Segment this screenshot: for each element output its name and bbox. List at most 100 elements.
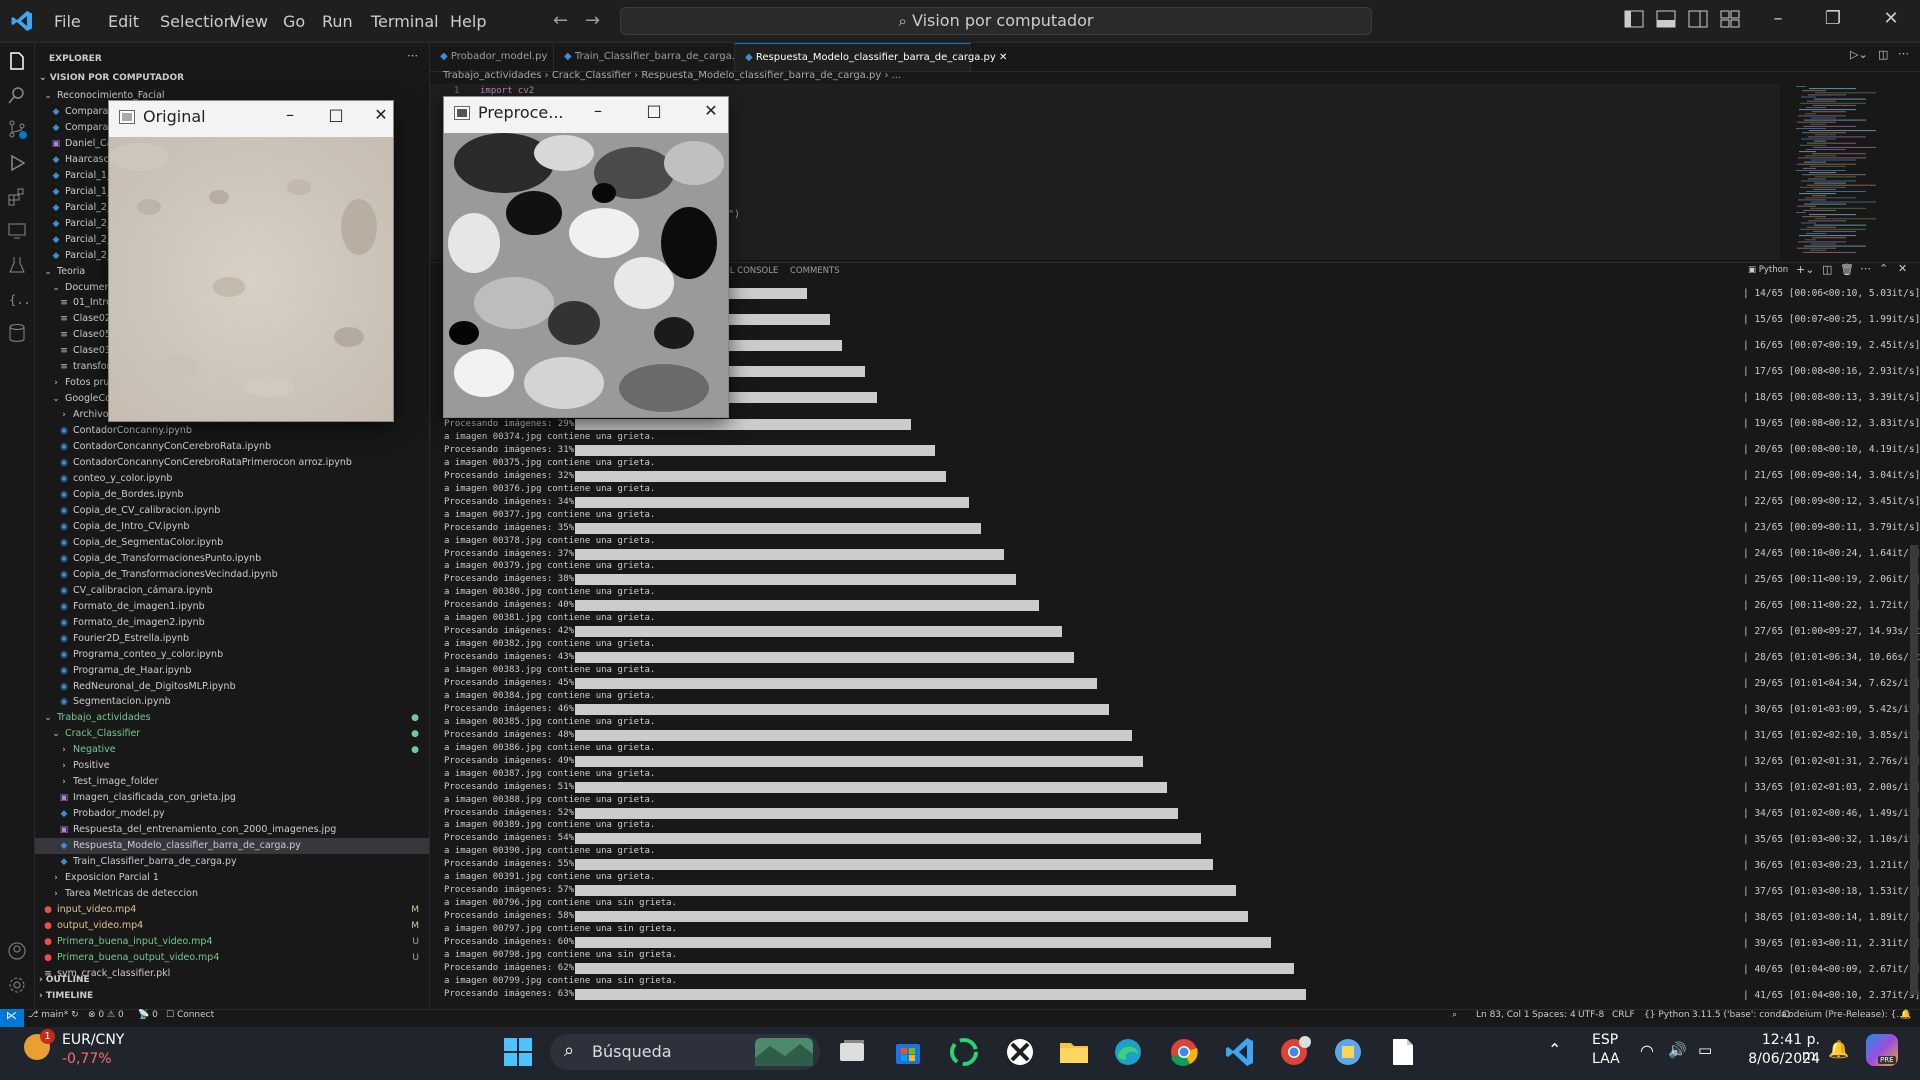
connect-indicator[interactable]: ☐ Connect — [166, 1010, 214, 1020]
microsoft-store-icon[interactable] — [890, 1034, 926, 1070]
split-editor-icon[interactable]: ◫ — [1878, 48, 1888, 61]
menu-go[interactable]: Go — [283, 12, 305, 31]
menu-help[interactable]: Help — [450, 12, 486, 31]
tree-folder[interactable]: › Negative ● — [35, 742, 429, 758]
tree-folder[interactable]: ⌄ Crack_Classifier ● — [35, 726, 429, 742]
timeline-section[interactable]: › TIMELINE — [39, 988, 433, 1004]
close-tab-icon[interactable]: ✕ — [996, 52, 1007, 63]
tree-file[interactable]: ◉ Formato_de_imagen1.ipynb — [35, 599, 429, 615]
codeium-status[interactable]: Codeium (Pre-Release): {...} — [1782, 1010, 1911, 1020]
volume-icon[interactable]: 🔊 — [1668, 1041, 1687, 1059]
indentation[interactable]: Spaces: 4 — [1532, 1010, 1576, 1020]
tree-file[interactable]: ◆ Train_Classifier_barra_de_carga.py — [35, 854, 429, 870]
database-icon[interactable] — [6, 322, 28, 344]
minimize-window-button[interactable]: – — [581, 101, 615, 120]
explorer-icon[interactable] — [6, 50, 28, 72]
tree-file[interactable]: ◉ Copia_de_TransformacionesVecindad.ipynb — [35, 567, 429, 583]
panel-more-icon[interactable]: ⋯ — [1860, 262, 1871, 275]
notifications-bell-icon[interactable]: 🔔 — [1828, 1040, 1849, 1060]
tree-file[interactable]: ◉ Copia_de_SegmentaColor.ipynb — [35, 535, 429, 551]
clock-date[interactable]: 8/06/2024 — [1740, 1051, 1820, 1067]
edge-browser-icon[interactable] — [1110, 1034, 1146, 1070]
forward-arrow-icon[interactable]: → — [585, 10, 600, 31]
source-control-icon[interactable] — [6, 118, 28, 140]
tree-folder[interactable]: › Test_image_folder — [35, 774, 429, 790]
tree-file[interactable]: ◉ Copia_de_TransformacionesPunto.ipynb — [35, 551, 429, 567]
menu-run[interactable]: Run — [322, 12, 353, 31]
tree-file[interactable]: ● Primera_buena_output_video.mp4 U — [35, 950, 429, 966]
settings-gear-icon[interactable] — [6, 974, 28, 996]
breadcrumb-item[interactable]: ... — [892, 70, 902, 81]
tree-file[interactable]: ▣ Imagen_clasificada_con_grieta.jpg — [35, 790, 429, 806]
close-window-button[interactable]: ✕ — [1871, 8, 1911, 29]
show-hidden-icons-chevron-icon[interactable]: ⌃ — [1548, 1040, 1561, 1059]
tree-file[interactable]: ● Primera_buena_input_video.mp4 U — [35, 934, 429, 950]
trash-icon[interactable]: 🗑 — [1840, 263, 1854, 276]
task-view-icon[interactable] — [834, 1034, 870, 1070]
run-python-file-icon[interactable]: ▷⌄ — [1850, 48, 1868, 61]
tab-comments[interactable]: COMMENTS — [790, 266, 840, 276]
tree-file[interactable]: ◆ Respuesta_Modelo_classifier_barra_de_ca… — [35, 838, 429, 855]
remote-explorer-icon[interactable] — [6, 220, 28, 242]
tree-file[interactable]: ◉ Segmentacion.ipynb — [35, 694, 429, 710]
tree-file[interactable]: ● output_video.mp4 M — [35, 918, 429, 934]
chrome-browser-icon[interactable] — [1166, 1034, 1202, 1070]
tree-file[interactable]: ◉ RedNeuronal_de_DigitosMLP.ipynb — [35, 679, 429, 695]
language-mode[interactable]: {} Python — [1644, 1010, 1690, 1020]
end-of-line[interactable]: CRLF — [1612, 1010, 1635, 1020]
command-center-search[interactable]: ⌕ Vision por computador — [620, 7, 1372, 35]
copilot-ring-app-icon[interactable] — [946, 1034, 982, 1070]
menu-selection[interactable]: Selection — [160, 12, 234, 31]
tree-folder[interactable]: › Positive — [35, 758, 429, 774]
encoding[interactable]: UTF-8 — [1578, 1010, 1604, 1020]
tree-file[interactable]: ◆ Probador_model.py — [35, 806, 429, 822]
workspace-root[interactable]: ⌄ VISION POR COMPUTADOR — [39, 70, 433, 86]
tree-file[interactable]: ◉ Copia_de_Bordes.ipynb — [35, 487, 429, 503]
minimize-window-button[interactable]: – — [273, 105, 307, 124]
terminal-scrollbar[interactable] — [1910, 545, 1918, 995]
problems-indicator[interactable]: ⊗ 0 ⚠ 0 — [88, 1010, 124, 1020]
more-actions-icon[interactable]: ⋯ — [407, 49, 418, 62]
maximize-window-button[interactable]: ❐ — [1813, 8, 1853, 29]
tree-folder[interactable]: ⌄ Trabajo_actividades ● — [35, 710, 429, 726]
outline-section[interactable]: › OUTLINE — [39, 972, 433, 988]
ports-indicator[interactable]: 📡 0 — [138, 1010, 158, 1020]
extensions-icon[interactable] — [6, 186, 28, 208]
wifi-icon[interactable]: ◠ — [1640, 1041, 1654, 1060]
keyboard-layout[interactable]: LAA — [1592, 1051, 1620, 1067]
new-terminal-icon[interactable]: +⌄ — [1796, 263, 1814, 276]
tree-file[interactable]: ◉ Copia_de_CV_calibracion.ipynb — [35, 503, 429, 519]
tab-debug-console[interactable]: OL CONSOLE — [723, 266, 778, 276]
vscode-taskbar-icon[interactable] — [1222, 1034, 1258, 1070]
widget-ticker[interactable]: EUR/CNY — [62, 1032, 124, 1048]
tree-file[interactable]: ◉ Programa_de_Haar.ipynb — [35, 663, 429, 679]
editor-tab[interactable]: ◆ Respuesta_Modelo_classifier_barra_de_c… — [735, 43, 1007, 71]
git-branch[interactable]: ⎇ main* ↻ — [28, 1010, 79, 1020]
minimize-window-button[interactable]: – — [1758, 8, 1798, 29]
minimap[interactable] — [1790, 84, 1910, 254]
close-window-button[interactable]: ✕ — [364, 105, 398, 124]
menu-edit[interactable]: Edit — [108, 12, 139, 31]
tree-file[interactable]: ◉ Fourier2D_Estrella.ipynb — [35, 631, 429, 647]
editor-more-icon[interactable]: ⋯ — [1898, 47, 1909, 60]
editor-tab[interactable]: ◆ Train_Classifier_barra_de_carga.py — [554, 43, 747, 71]
tree-file[interactable]: ● input_video.mp4 M — [35, 902, 429, 918]
notepad-icon[interactable] — [1384, 1034, 1420, 1070]
search-icon[interactable] — [6, 84, 28, 106]
taskbar-search[interactable]: ⌕ Búsqueda — [550, 1034, 820, 1070]
cursor-position[interactable]: Ln 83, Col 1 — [1476, 1010, 1530, 1020]
menu-file[interactable]: File — [54, 12, 81, 31]
chrome-profile-icon[interactable] — [1276, 1034, 1312, 1070]
tree-folder[interactable]: › Exposicion Parcial 1 — [35, 870, 429, 886]
tree-file[interactable]: ▣ Respuesta_del_entrenamiento_con_2000_im… — [35, 822, 429, 838]
run-debug-icon[interactable] — [6, 152, 28, 174]
zoom-icon[interactable]: ⌕ — [1452, 1010, 1457, 1020]
tree-file[interactable]: ◉ Formato_de_imagen2.ipynb — [35, 615, 429, 631]
toggle-sidebar-icon[interactable] — [1624, 10, 1644, 28]
breadcrumb-item[interactable]: Respuesta_Modelo_classifier_barra_de_car… — [641, 70, 881, 81]
toggle-secondary-sidebar-icon[interactable] — [1688, 10, 1708, 28]
toggle-panel-icon[interactable] — [1656, 10, 1676, 28]
json-braces-icon[interactable]: {..} — [6, 288, 28, 310]
maximize-panel-icon[interactable]: ⌃ — [1879, 262, 1888, 275]
back-arrow-icon[interactable]: ← — [553, 10, 568, 31]
